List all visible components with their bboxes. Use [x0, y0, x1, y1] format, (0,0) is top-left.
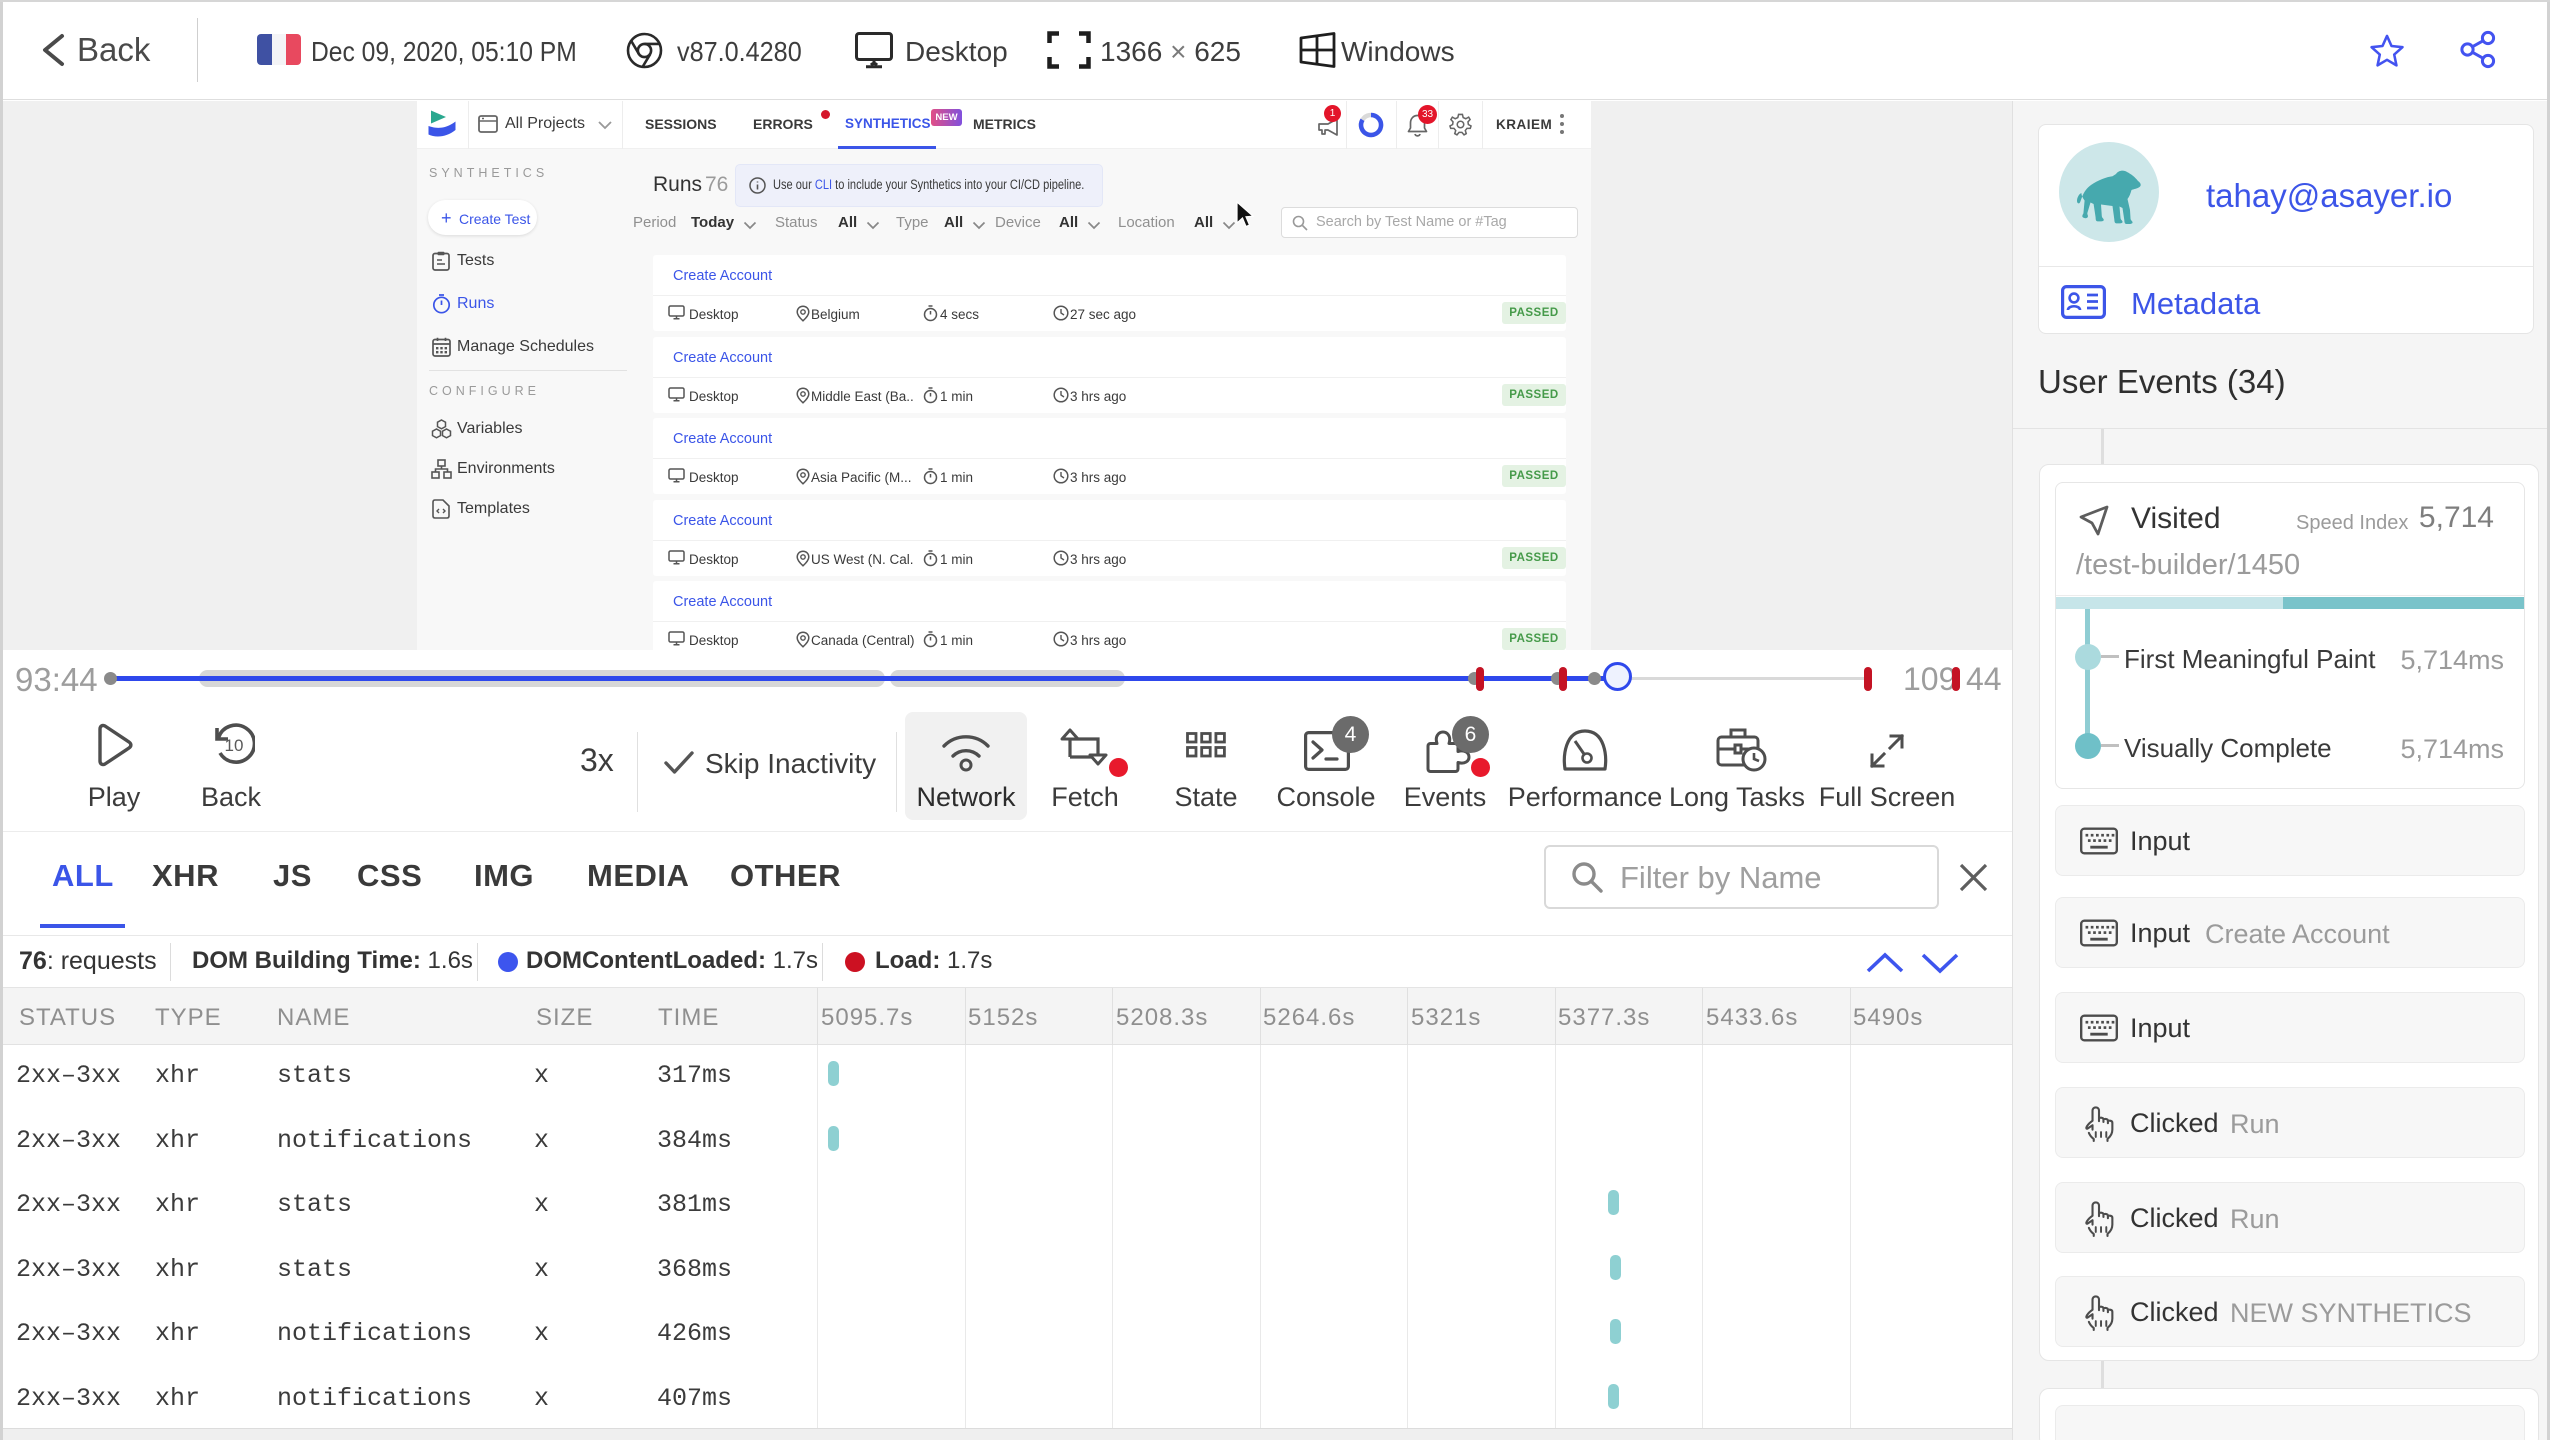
svg-text:10: 10	[225, 736, 244, 755]
